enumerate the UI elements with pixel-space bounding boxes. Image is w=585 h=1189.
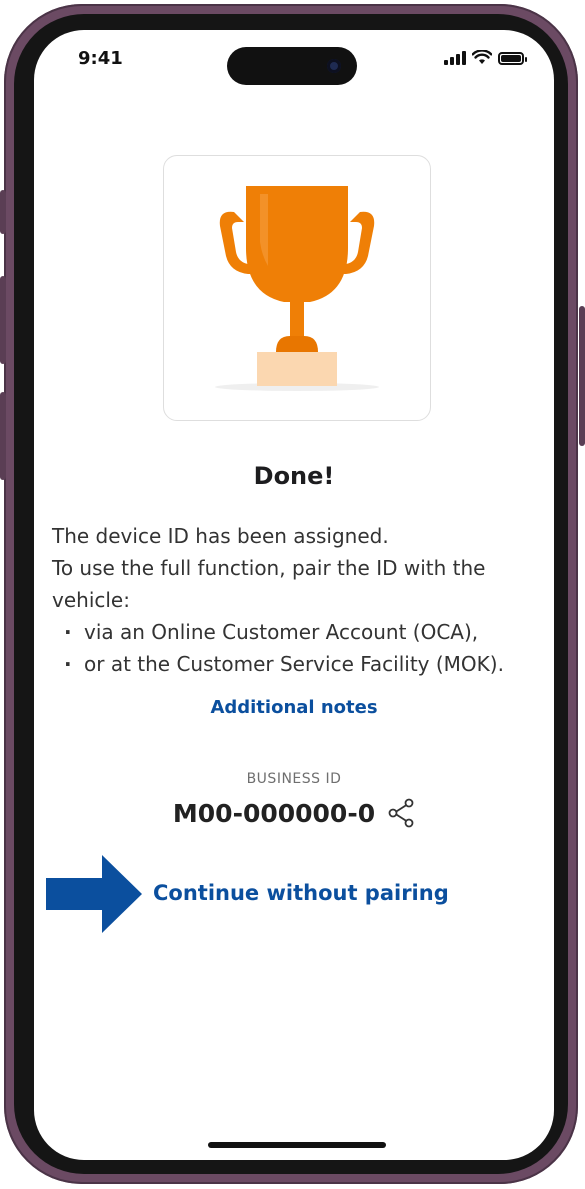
side-button-volume-up — [0, 276, 6, 364]
status-time: 9:41 — [78, 48, 123, 69]
side-button-silent — [0, 190, 6, 234]
trophy-icon — [215, 186, 379, 391]
side-button-power — [579, 306, 585, 446]
home-indicator[interactable] — [208, 1142, 386, 1148]
description-line: The device ID has been assigned. — [52, 524, 389, 548]
continue-without-pairing-link[interactable]: Continue without pairing — [153, 881, 449, 905]
phone-screen: 9:41 Done! The device ID has been assign… — [34, 30, 554, 1160]
arrow-right-icon — [46, 855, 142, 933]
description: The device ID has been assigned. To use … — [52, 520, 542, 680]
trophy-card — [163, 155, 431, 421]
list-item: via an Online Customer Account (OCA), — [52, 616, 542, 648]
dynamic-island — [227, 47, 357, 85]
business-id-value: M00-000000-0 — [172, 798, 376, 828]
description-line: To use the full function, pair the ID wi… — [52, 556, 486, 612]
additional-notes-container: Additional notes — [34, 697, 554, 718]
share-icon[interactable] — [387, 798, 415, 828]
side-button-volume-down — [0, 392, 6, 480]
status-icons — [444, 50, 527, 65]
list-item: or at the Customer Service Facility (MOK… — [52, 648, 542, 680]
business-id-label: BUSINESS ID — [246, 771, 342, 787]
wifi-icon — [472, 50, 492, 64]
pairing-options-list: via an Online Customer Account (OCA), or… — [52, 616, 542, 680]
battery-icon — [498, 52, 527, 65]
signal-icon — [444, 50, 466, 65]
additional-notes-link[interactable]: Additional notes — [210, 697, 377, 718]
camera-icon — [327, 59, 341, 73]
page-title: Done! — [253, 462, 335, 490]
business-id-row: M00-000000-0 — [34, 798, 554, 828]
